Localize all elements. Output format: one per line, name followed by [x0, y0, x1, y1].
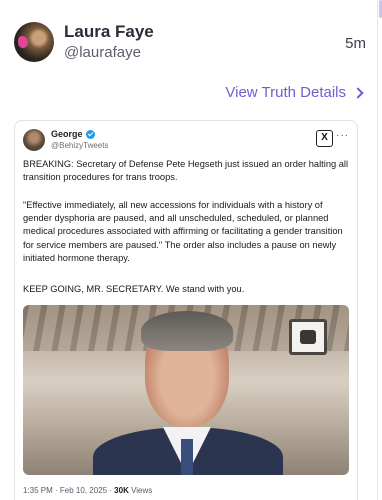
quoted-text-paragraph: "Effective immediately, all new accessio…: [23, 200, 343, 263]
scroll-track: [377, 0, 378, 500]
quoted-author[interactable]: George: [51, 129, 95, 139]
x-logo-icon[interactable]: X: [316, 130, 333, 147]
photo-subject-tie: [181, 439, 193, 475]
quoted-photo[interactable]: [23, 305, 349, 475]
quoted-avatar[interactable]: [23, 129, 45, 151]
quoted-text-paragraph: BREAKING: Secretary of Defense Pete Hegs…: [23, 159, 349, 183]
quoted-meta: 1:35 PM · Feb 10, 2025 · 30K Views: [23, 486, 152, 495]
quoted-meta-time: 1:35 PM · Feb 10, 2025 ·: [23, 486, 115, 495]
views-count: 30K: [114, 486, 129, 495]
more-icon[interactable]: ···: [336, 130, 349, 141]
views-label: Views: [128, 486, 153, 495]
view-details-label: View Truth Details: [225, 84, 346, 101]
view-truth-details-link[interactable]: View Truth Details: [225, 84, 364, 101]
quoted-text-paragraph: KEEP GOING, MR. SECRETARY. We stand with…: [23, 284, 245, 294]
post-timestamp: 5m: [345, 35, 366, 52]
display-name[interactable]: Laura Faye: [64, 22, 154, 42]
avatar[interactable]: [14, 22, 54, 62]
quoted-post-card[interactable]: George @BehizyTweets X ··· BREAKING: Sec…: [14, 120, 358, 500]
user-handle[interactable]: @laurafaye: [64, 44, 141, 61]
quoted-handle: @BehizyTweets: [51, 141, 109, 150]
photo-subject-hair: [141, 311, 233, 351]
chevron-right-icon: [352, 86, 364, 99]
photo-background-sign: [289, 319, 327, 355]
verified-badge-icon: [85, 129, 95, 139]
quoted-author-name: George: [51, 129, 83, 139]
post-header: Laura Faye @laurafaye 5m: [14, 22, 374, 64]
